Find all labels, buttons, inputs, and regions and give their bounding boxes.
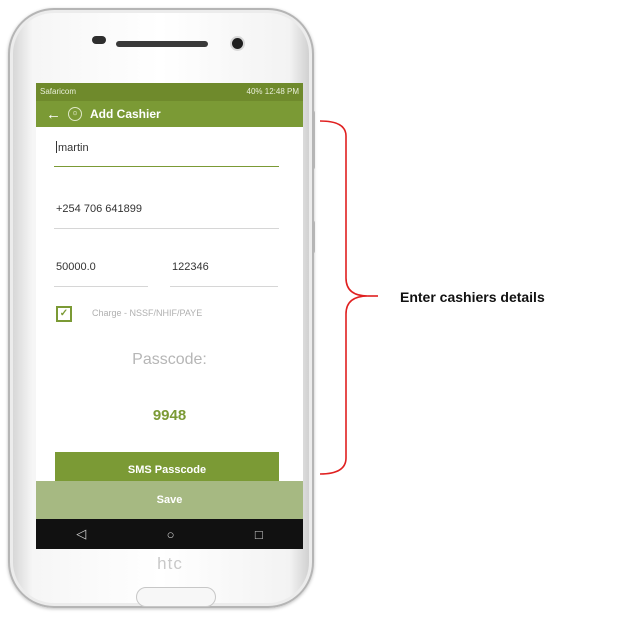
stage: Safaricom 40% 12:48 PM ← ⊙ Add Cashier m… xyxy=(0,0,634,617)
phone-frame: Safaricom 40% 12:48 PM ← ⊙ Add Cashier m… xyxy=(8,8,314,608)
charge-checkbox[interactable]: ✓ xyxy=(56,306,72,322)
nav-home-icon[interactable]: ○ xyxy=(167,527,175,542)
salary-value: 50000.0 xyxy=(56,261,96,273)
passcode-label: Passcode: xyxy=(132,351,207,368)
checkmark-icon: ✓ xyxy=(59,308,69,319)
home-button[interactable] xyxy=(136,587,216,607)
app-logo-icon: ⊙ xyxy=(68,107,82,121)
id-number-field[interactable]: 122346 xyxy=(170,261,278,287)
brand-logo: htc xyxy=(157,554,183,573)
sms-passcode-button[interactable]: SMS Passcode xyxy=(55,452,279,481)
app-bar: ← ⊙ Add Cashier xyxy=(36,101,303,127)
save-button[interactable]: Save xyxy=(36,481,303,519)
carrier-label: Safaricom xyxy=(40,87,77,96)
sensor-icon xyxy=(92,36,106,44)
phone-field[interactable]: +254 706 641899 xyxy=(54,203,279,229)
name-field[interactable]: martin xyxy=(54,141,279,167)
status-right: 40% 12:48 PM xyxy=(246,87,299,96)
id-number-value: 122346 xyxy=(172,261,209,273)
phone-screen: Safaricom 40% 12:48 PM ← ⊙ Add Cashier m… xyxy=(36,83,303,549)
red-bracket xyxy=(319,120,378,475)
nav-back-icon[interactable]: ◁ xyxy=(76,526,86,542)
status-bar: Safaricom 40% 12:48 PM xyxy=(36,83,303,101)
page-title: Add Cashier xyxy=(90,107,161,121)
front-camera-icon xyxy=(232,38,243,49)
charge-label: Charge - NSSF/NHIF/PAYE xyxy=(92,308,203,318)
name-value: martin xyxy=(58,142,89,154)
arrow-left-icon[interactable]: ← xyxy=(46,107,64,122)
salary-field[interactable]: 50000.0 xyxy=(54,261,148,287)
android-nav-bar: ◁ ○ □ xyxy=(36,519,303,549)
text-cursor xyxy=(56,141,57,153)
phone-value: +254 706 641899 xyxy=(56,203,142,215)
nav-recents-icon[interactable]: □ xyxy=(255,527,263,542)
passcode-value: 9948 xyxy=(152,407,187,424)
cashier-form: martin +254 706 641899 50000.0 122346 ✓ … xyxy=(36,127,303,481)
annotation-label: Enter cashiers details xyxy=(400,289,545,305)
speaker-grille xyxy=(116,41,208,47)
